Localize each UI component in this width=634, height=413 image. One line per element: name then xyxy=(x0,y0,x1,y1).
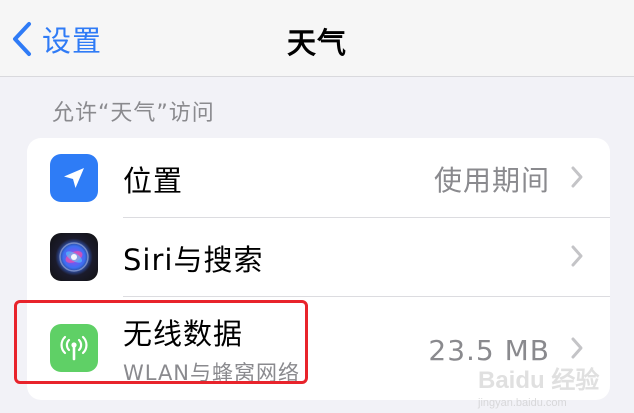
permissions-group: 位置 使用期间 Siri与搜索 无线数据 WLAN与蜂窝网络 23.5 MB xyxy=(27,138,610,400)
chevron-right-icon xyxy=(571,245,583,267)
location-value: 使用期间 xyxy=(433,164,550,197)
chevron-right-icon xyxy=(571,166,583,188)
page-title: 天气 xyxy=(286,26,347,60)
siri-search-label: Siri与搜索 xyxy=(123,243,264,277)
antenna-icon xyxy=(50,324,98,372)
location-row[interactable]: 位置 使用期间 xyxy=(27,138,610,217)
wireless-data-value: 23.5 MB xyxy=(428,334,550,367)
wireless-data-row[interactable]: 无线数据 WLAN与蜂窝网络 23.5 MB xyxy=(27,296,610,400)
location-label: 位置 xyxy=(123,164,184,198)
siri-icon xyxy=(50,233,98,281)
wireless-data-label: 无线数据 xyxy=(123,317,244,351)
navigation-bar: 设置 天气 xyxy=(0,0,634,77)
location-arrow-icon xyxy=(50,154,98,202)
siri-search-row[interactable]: Siri与搜索 xyxy=(27,217,610,296)
chevron-right-icon xyxy=(571,337,583,359)
wireless-data-sublabel: WLAN与蜂窝网络 xyxy=(123,361,301,385)
section-header: 允许“天气”访问 xyxy=(52,101,215,126)
